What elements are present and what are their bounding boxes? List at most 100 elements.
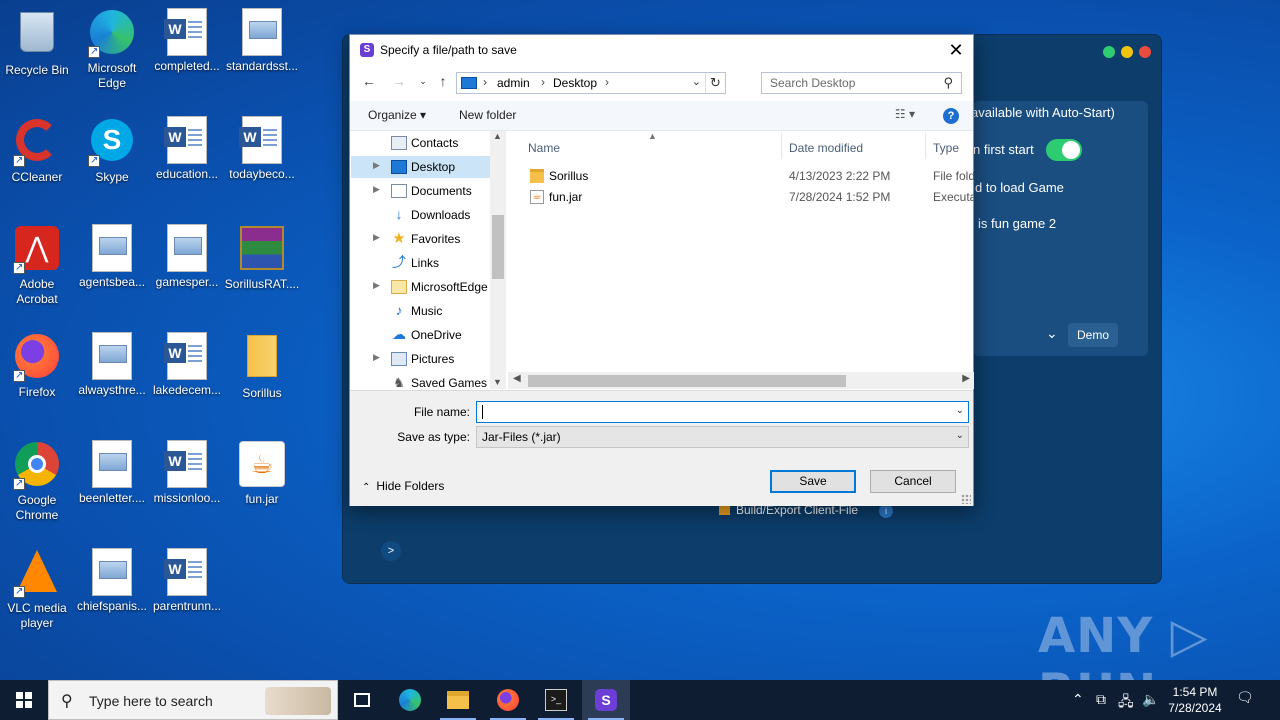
scroll-right-icon[interactable]: ▶	[962, 373, 970, 384]
taskbar-terminal[interactable]: >_	[532, 680, 580, 720]
desktop-icon-chrome[interactable]: Google Chrome	[0, 440, 75, 523]
nav-item-contacts[interactable]: Contacts	[351, 132, 491, 154]
address-bar[interactable]: › admin › Desktop › ⌄ ↻	[456, 72, 726, 94]
nav-item-downloads[interactable]: ↓ Downloads	[351, 204, 491, 226]
save-as-type-select[interactable]: Jar-Files (*.jar) ⌄	[476, 426, 969, 448]
desktop-icon-skype[interactable]: S Skype	[74, 116, 150, 185]
taskbar-search-box[interactable]: ⚲ Type here to search	[48, 680, 338, 720]
window-green-dot[interactable]	[1103, 46, 1115, 58]
taskbar-file-explorer[interactable]	[434, 680, 482, 720]
desktop-icon-java[interactable]: ☕ fun.jar	[224, 440, 300, 507]
search-input[interactable]: Search Desktop ⚲	[761, 72, 962, 94]
desktop-icon-image[interactable]: gamesper...	[149, 224, 225, 290]
file-row[interactable]: ☕ fun.jar 7/28/2024 1:52 PM Executa	[526, 187, 974, 207]
taskbar-firefox[interactable]	[484, 680, 532, 720]
address-dropdown-icon[interactable]: ⌄	[692, 75, 701, 88]
start-button[interactable]	[0, 680, 48, 720]
column-divider[interactable]	[781, 133, 782, 159]
desktop-icon-image[interactable]: chiefspanis...	[74, 548, 150, 614]
chevron-right-icon[interactable]: ▶	[373, 184, 380, 195]
notification-icon[interactable]: 🗨	[1236, 689, 1258, 709]
window-yellow-dot[interactable]	[1121, 46, 1133, 58]
resize-grip-icon[interactable]	[961, 494, 971, 504]
taskbar-sorillus[interactable]: S	[582, 680, 630, 720]
desktop-icon-acrobat[interactable]: ⋀Adobe Acrobat	[0, 224, 75, 307]
scroll-up-icon[interactable]: ▲	[493, 131, 502, 141]
breadcrumb-desktop[interactable]: Desktop	[553, 76, 597, 90]
nav-item-pictures[interactable]: ▶ Pictures	[351, 348, 491, 370]
device-icon[interactable]: ⧉	[1096, 691, 1106, 708]
desktop-icon-image[interactable]: alwaysthre...	[74, 332, 150, 398]
file-row[interactable]: Sorillus 4/13/2023 2:22 PM File fold	[526, 166, 974, 186]
chevron-right-icon[interactable]: ▶	[373, 232, 380, 243]
desktop-icon-word[interactable]: Wmissionloo...	[149, 440, 225, 506]
scroll-left-icon[interactable]: ◀	[513, 373, 521, 384]
desktop-icon-word[interactable]: Wlakedecem...	[149, 332, 225, 398]
close-icon[interactable]: ✕	[945, 38, 967, 62]
window-red-dot[interactable]	[1139, 46, 1151, 58]
nav-scrollbar[interactable]: ▲ ▼	[490, 131, 506, 389]
desktop-icon-firefox[interactable]: Firefox	[0, 332, 75, 400]
column-date-modified[interactable]: Date modified	[789, 141, 863, 155]
file-name-input[interactable]: ⌄	[476, 401, 969, 423]
prompt-button[interactable]: >	[381, 541, 401, 561]
cancel-button[interactable]: Cancel	[870, 470, 956, 493]
first-start-toggle[interactable]	[1046, 139, 1082, 161]
hscroll-thumb[interactable]	[528, 375, 846, 387]
task-view-button[interactable]	[338, 680, 386, 720]
back-arrow-icon[interactable]: ←	[360, 72, 378, 90]
desktop-icon-image[interactable]: standardsst...	[224, 8, 300, 74]
new-folder-button[interactable]: New folder	[459, 108, 516, 122]
desktop-icon-word[interactable]: Wcompleted...	[149, 8, 225, 74]
column-divider[interactable]	[925, 133, 926, 159]
desktop-icon-image[interactable]: agentsbea...	[74, 224, 150, 290]
desktop-icon-recycle-bin[interactable]: Recycle Bin	[0, 8, 75, 78]
forward-arrow-icon[interactable]: →	[390, 72, 408, 90]
network-icon[interactable]: 🖧	[1118, 691, 1134, 715]
nav-item-saved-games[interactable]: ♞ Saved Games	[351, 372, 491, 389]
desktop-icon-word[interactable]: Wtodaybeco...	[224, 116, 300, 182]
scroll-down-icon[interactable]: ▼	[493, 377, 502, 387]
chevron-right-icon[interactable]: ▶	[373, 280, 380, 291]
column-type[interactable]: Type	[933, 141, 959, 155]
desktop-icon-edge[interactable]: Microsoft Edge	[74, 8, 150, 91]
view-options-icon[interactable]: ☷ ▾	[895, 107, 915, 121]
nav-item-documents[interactable]: ▶ Documents	[351, 180, 491, 202]
nav-item-music[interactable]: ♪ Music	[351, 300, 491, 322]
nav-item-favorites[interactable]: ▶ ★ Favorites	[351, 228, 491, 250]
nav-item-microsoftedge[interactable]: ▶ MicrosoftEdge	[351, 276, 491, 298]
desktop-icon-word[interactable]: Wparentrunn...	[149, 548, 225, 614]
chevron-down-icon[interactable]: ⌄	[1046, 325, 1058, 342]
nav-item-links[interactable]: ⤴ Links	[351, 252, 491, 274]
column-name[interactable]: Name	[528, 141, 560, 155]
scroll-thumb[interactable]	[492, 215, 504, 279]
demo-button[interactable]: Demo	[1068, 323, 1118, 347]
hide-folders-button[interactable]: ⌃ Hide Folders	[362, 479, 444, 493]
desktop-icon-winrar[interactable]: SorillusRAT....	[224, 224, 300, 292]
horizontal-scrollbar[interactable]: ◀ ▶	[508, 372, 974, 389]
chevron-up-icon[interactable]: ⌃	[1072, 691, 1084, 708]
save-button[interactable]: Save	[770, 470, 856, 493]
nav-item-desktop[interactable]: ▶ Desktop	[351, 156, 491, 178]
up-arrow-icon[interactable]: ↑	[434, 72, 452, 90]
desktop-icon-image[interactable]: beenletter....	[74, 440, 150, 506]
desktop-icon-vlc[interactable]: VLC media player	[0, 548, 75, 631]
volume-icon[interactable]: 🔈	[1142, 691, 1159, 708]
save-file-dialog: S Specify a file/path to save ✕ ← → ⌄ ↑ …	[349, 34, 974, 506]
desktop-icon-word[interactable]: Weducation...	[149, 116, 225, 182]
desktop-icon-folder[interactable]: Sorillus	[224, 332, 300, 401]
chevron-right-icon[interactable]: ▶	[373, 160, 380, 171]
chevron-down-icon[interactable]: ⌄	[956, 430, 964, 441]
nav-item-onedrive[interactable]: ☁ OneDrive	[351, 324, 491, 346]
chevron-down-icon[interactable]: ⌄	[956, 405, 964, 416]
recent-locations-icon[interactable]: ⌄	[414, 72, 432, 90]
chevron-right-icon[interactable]: ▶	[373, 352, 380, 363]
refresh-icon[interactable]: ↻	[705, 73, 725, 93]
organize-button[interactable]: Organize ▾	[368, 108, 426, 122]
taskbar-edge[interactable]	[386, 680, 434, 720]
taskbar-clock[interactable]: 1:54 PM 7/28/2024	[1160, 684, 1230, 716]
info-icon[interactable]: i	[879, 504, 893, 518]
help-icon[interactable]: ?	[943, 108, 959, 124]
desktop-icon-ccleaner[interactable]: CCleaner	[0, 116, 75, 185]
breadcrumb-admin[interactable]: admin	[497, 76, 530, 90]
